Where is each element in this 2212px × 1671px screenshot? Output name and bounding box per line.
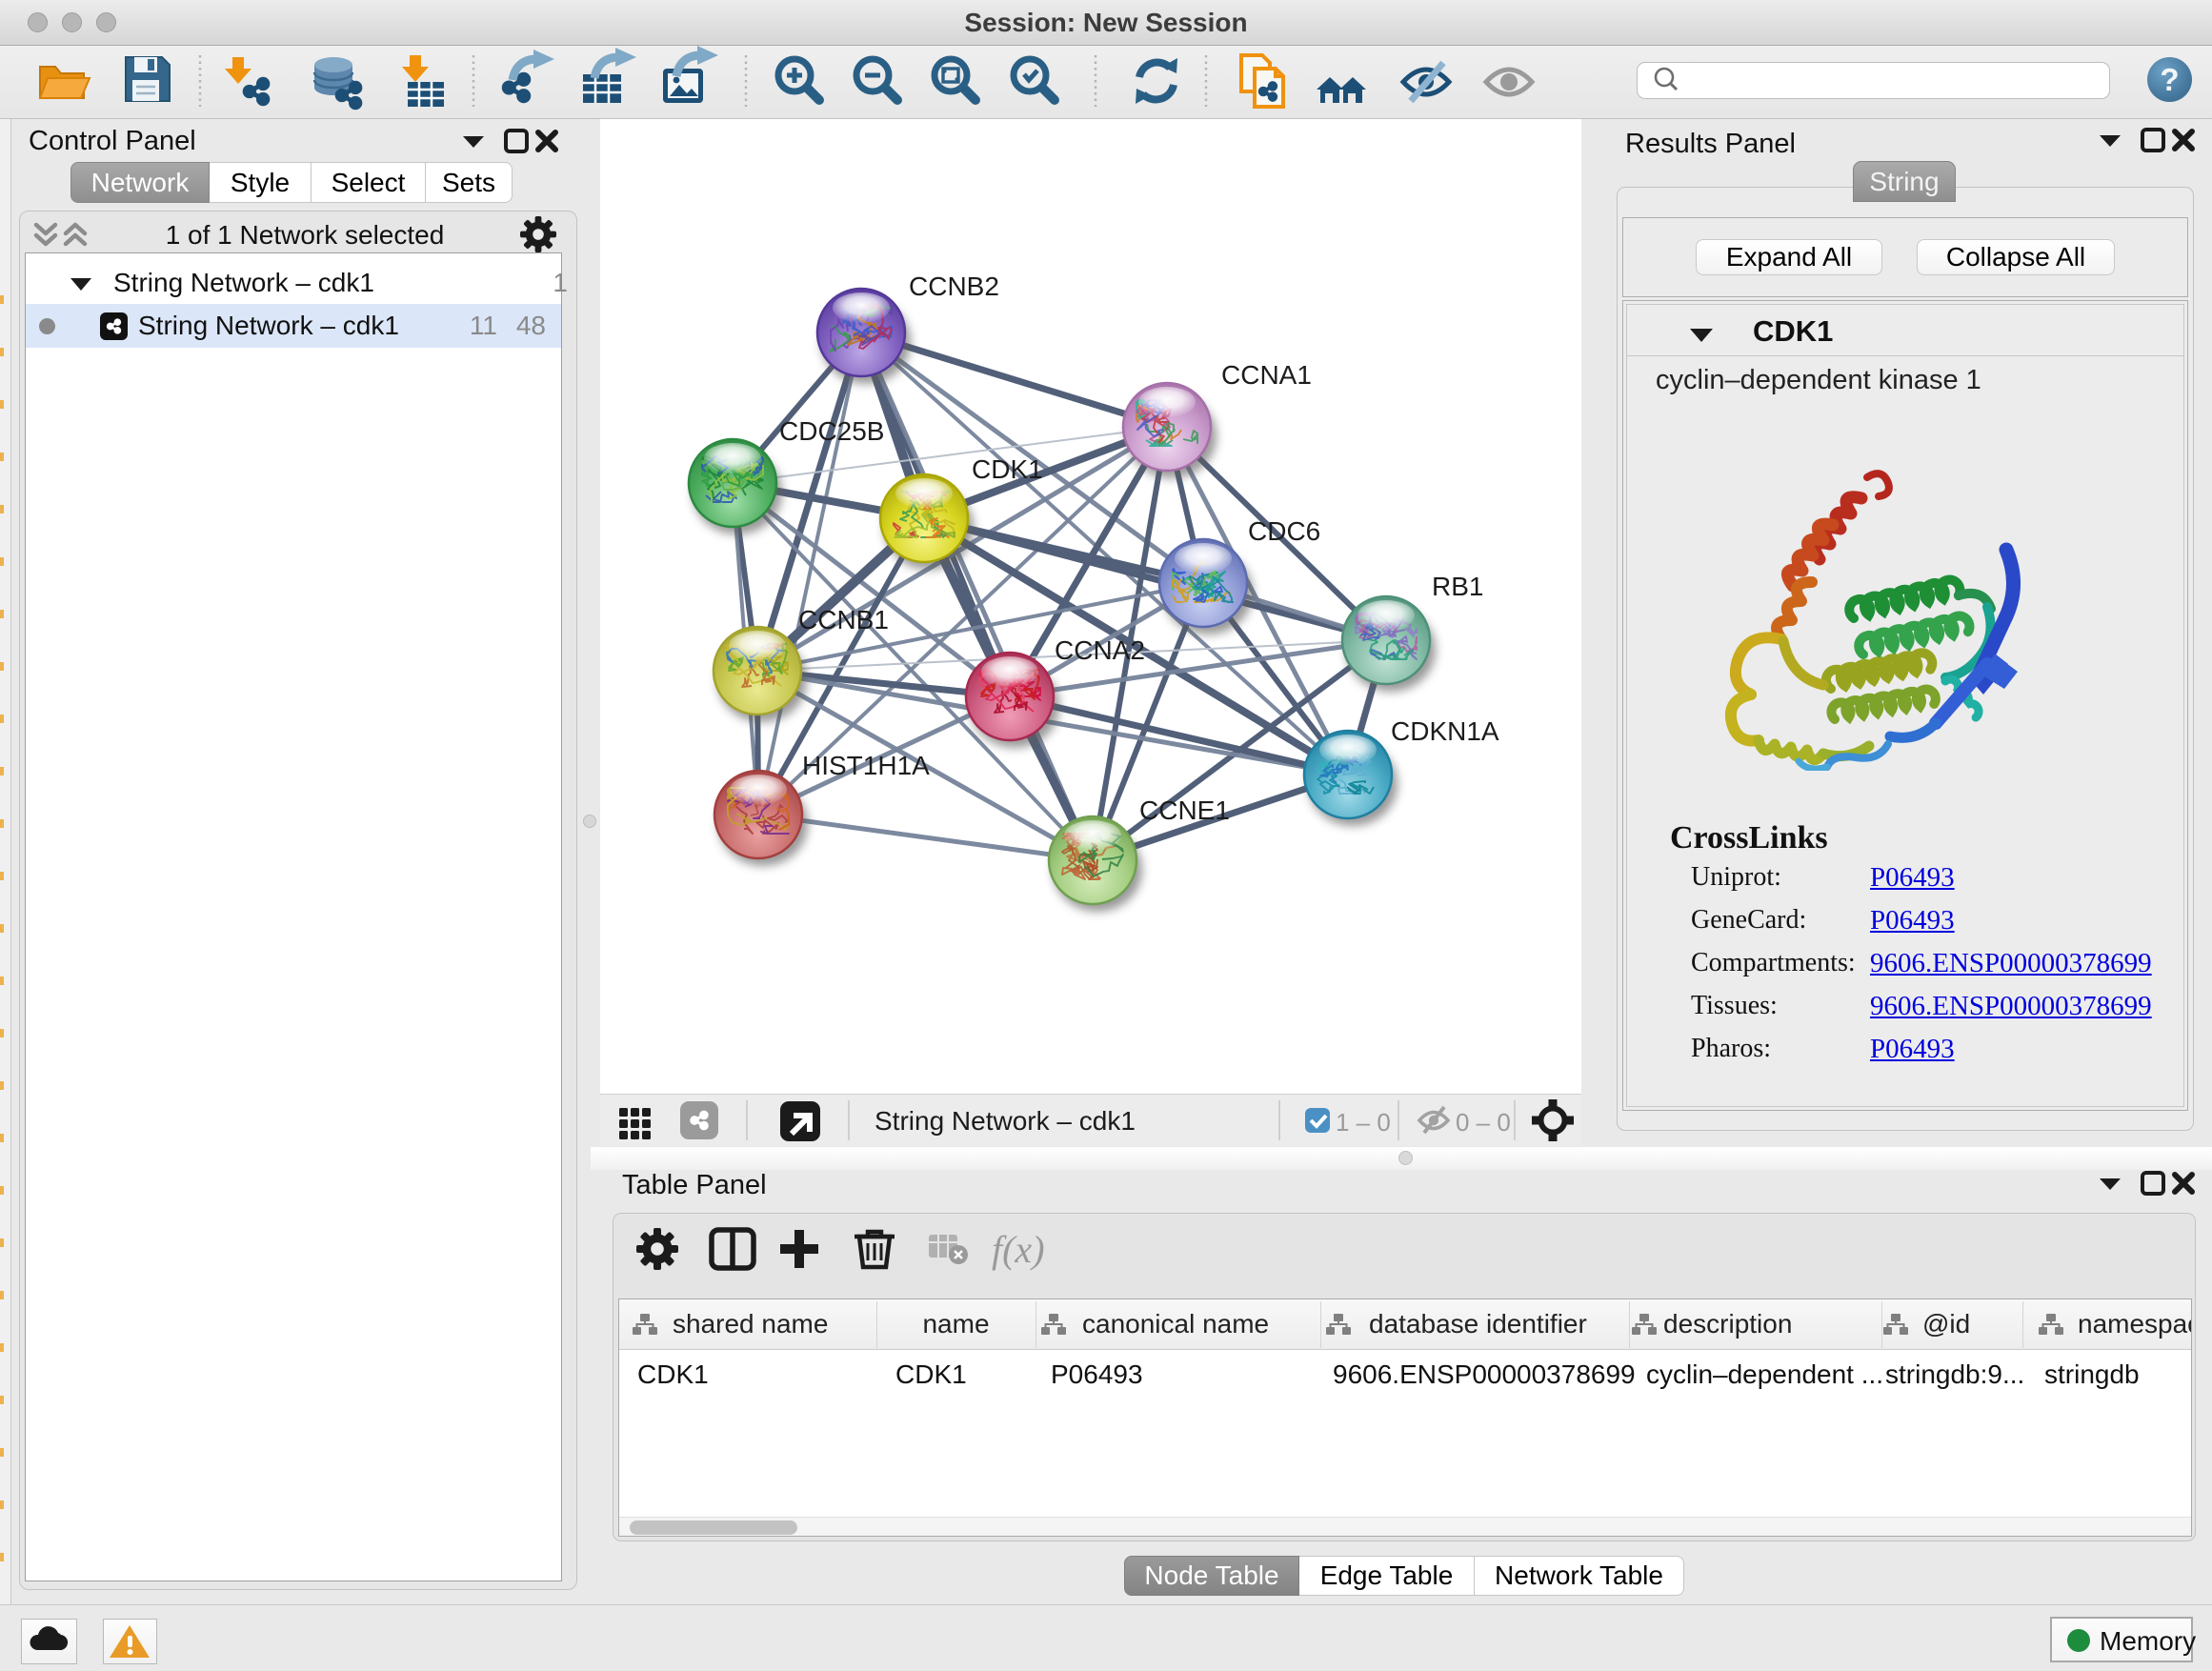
svg-text:CDKN1A: CDKN1A bbox=[1391, 716, 1499, 746]
svg-text:CCNB1: CCNB1 bbox=[798, 605, 889, 634]
svg-text:CCNB2: CCNB2 bbox=[909, 272, 999, 301]
svg-text:CDC25B: CDC25B bbox=[779, 416, 884, 446]
svg-text:RB1: RB1 bbox=[1432, 572, 1483, 601]
svg-text:CDK1: CDK1 bbox=[972, 454, 1043, 484]
svg-text:HIST1H1A: HIST1H1A bbox=[802, 751, 930, 780]
svg-text:CCNA2: CCNA2 bbox=[1055, 635, 1145, 665]
svg-text:CDC6: CDC6 bbox=[1248, 516, 1320, 546]
svg-text:CCNA1: CCNA1 bbox=[1221, 360, 1312, 390]
svg-text:CCNE1: CCNE1 bbox=[1139, 795, 1230, 825]
